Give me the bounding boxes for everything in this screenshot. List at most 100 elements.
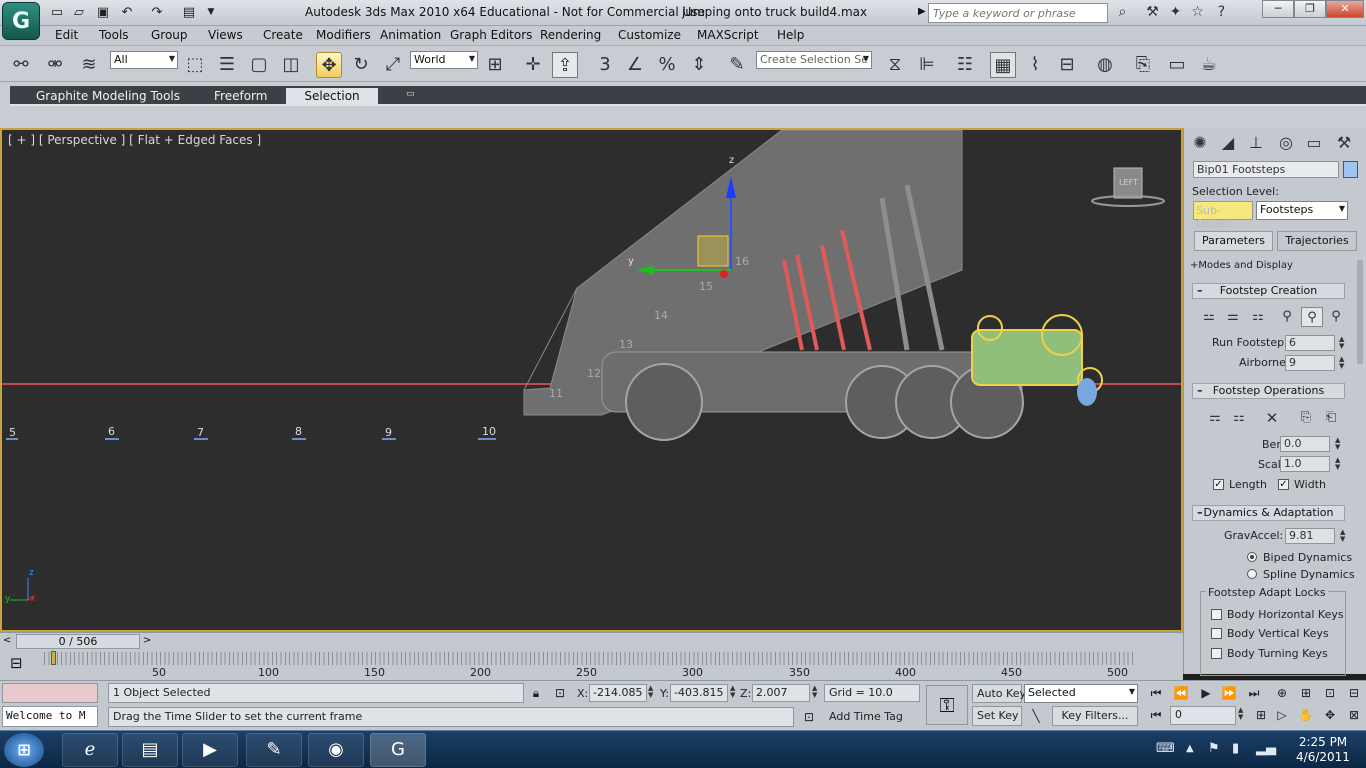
internet-explorer-icon[interactable]: ℯ <box>62 733 118 767</box>
spinner-arrows-icon[interactable]: ▲ ▼ <box>812 685 820 699</box>
pivot-center-icon[interactable]: ⊞ <box>482 52 508 78</box>
angle-snap-icon[interactable]: ∠ <box>622 52 648 78</box>
create-footsteps-current-icon[interactable]: ⚌ <box>1222 307 1244 327</box>
walk-icon[interactable]: ⚲ <box>1276 307 1298 327</box>
favorites-icon[interactable]: ☆ <box>1188 3 1207 22</box>
lock-selection-icon[interactable]: 🔒︎ <box>526 684 546 702</box>
help-icon[interactable]: ? <box>1212 3 1231 22</box>
time-slider-thumb[interactable]: 0 / 506 <box>16 634 140 649</box>
menu-views[interactable]: Views <box>208 28 243 42</box>
sub-object-button[interactable]: Sub-Object <box>1193 201 1253 230</box>
auto-key-button[interactable]: Auto Key <box>972 684 1026 703</box>
activate-footsteps-icon[interactable]: ⚎ <box>1204 408 1226 428</box>
modes-display-label[interactable]: Modes and Display <box>1198 260 1293 271</box>
create-panel-icon[interactable]: ✺ <box>1188 132 1212 154</box>
select-and-scale-icon[interactable]: ⤢ <box>380 52 406 78</box>
align-icon[interactable]: ⊫ <box>914 52 940 78</box>
run-footstep-spinner[interactable]: 6 <box>1285 335 1335 351</box>
field-of-view-icon[interactable]: ▷ <box>1272 706 1292 724</box>
y-coordinate-field[interactable]: -403.815 <box>670 684 728 702</box>
z-coordinate-field[interactable]: 2.007 <box>752 684 810 702</box>
menu-graph-editors[interactable]: Graph Editors <box>450 28 532 42</box>
communication-center-icon[interactable]: ✦ <box>1166 3 1185 22</box>
paste-footsteps-icon[interactable]: ⎗ <box>1320 408 1342 428</box>
biped-dynamics-radio[interactable] <box>1247 552 1257 562</box>
perspective-viewport[interactable]: [ + ] [ Perspective ] [ Flat + Edged Fac… <box>0 128 1183 632</box>
media-player-icon[interactable]: ▶ <box>182 733 238 767</box>
curve-editor-icon[interactable]: ⌇ <box>1022 52 1048 78</box>
scale-spinner[interactable]: 1.0 <box>1280 456 1330 472</box>
zoom-extents-all-icon[interactable]: ⊟ <box>1344 684 1364 702</box>
new-file-icon[interactable]: ▭ <box>48 4 66 21</box>
search-expand-icon[interactable]: ▶ <box>918 6 926 17</box>
named-selection-dropdown[interactable]: Create Selection Se <box>756 51 872 69</box>
menu-modifiers[interactable]: Modifiers <box>316 28 371 42</box>
bend-spinner[interactable]: 0.0 <box>1280 436 1330 452</box>
menu-tools[interactable]: Tools <box>99 28 129 42</box>
graphite-toggle-icon[interactable]: ▦ <box>990 52 1016 78</box>
start-button[interactable]: ⊞ <box>4 733 44 767</box>
go-to-end-icon[interactable]: ⏭ <box>1244 684 1264 702</box>
paint-icon[interactable]: ✎ <box>246 733 302 767</box>
object-name-field[interactable]: Bip01 Footsteps <box>1193 161 1339 178</box>
project-folder-icon[interactable]: ▤ <box>180 4 198 21</box>
unlink-selection-icon[interactable]: ⚮ <box>42 52 68 78</box>
tab-selection[interactable]: Selection <box>286 88 378 106</box>
save-icon[interactable]: ▣ <box>94 4 112 21</box>
rectangular-selection-icon[interactable]: ▢ <box>246 52 272 78</box>
orbit-icon[interactable]: ✥ <box>1320 706 1340 724</box>
file-explorer-icon[interactable]: ▤ <box>122 733 178 767</box>
render-production-icon[interactable]: ☕ <box>1196 52 1222 78</box>
length-checkbox[interactable]: ✓ <box>1213 479 1224 490</box>
keyboard-tray-icon[interactable]: ⌨ <box>1156 741 1175 756</box>
body-horizontal-keys-checkbox[interactable] <box>1211 609 1222 620</box>
undo-icon[interactable]: ↶ <box>118 4 136 21</box>
tab-graphite-modeling-tools[interactable]: Graphite Modeling Tools <box>28 88 188 106</box>
menu-animation[interactable]: Animation <box>380 28 441 42</box>
binoculars-icon[interactable]: ⌕ <box>1113 3 1132 22</box>
next-frame-icon[interactable]: ⏩ <box>1219 684 1239 702</box>
zoom-icon[interactable]: ⊕ <box>1272 684 1292 702</box>
go-to-start-icon[interactable]: ⏮ <box>1146 684 1166 702</box>
deactivate-footsteps-icon[interactable]: ⚏ <box>1228 408 1250 428</box>
footstep-creation-rollout[interactable]: – Footstep Creation <box>1192 283 1345 299</box>
edit-named-selection-icon[interactable]: ✎ <box>724 52 750 78</box>
minimize-button[interactable]: ─ <box>1262 0 1294 18</box>
menu-create[interactable]: Create <box>263 28 303 42</box>
select-by-name-icon[interactable]: ☰ <box>214 52 240 78</box>
motion-panel-icon[interactable]: ◎ <box>1274 132 1298 154</box>
time-slider-bar[interactable]: < 0 / 506 > <box>0 632 1183 650</box>
create-multiple-footsteps-icon[interactable]: ⚏ <box>1247 307 1269 327</box>
application-menu-button[interactable]: G <box>2 2 40 40</box>
mirror-icon[interactable]: ⧖ <box>882 52 908 78</box>
action-center-icon[interactable]: ⚑ <box>1208 741 1220 756</box>
mini-curve-editor-icon[interactable]: ⊟ <box>10 654 23 672</box>
hierarchy-panel-icon[interactable]: ⊥ <box>1244 132 1268 154</box>
set-key-button[interactable]: Set Key <box>972 706 1022 726</box>
delete-footsteps-icon[interactable]: ✕ <box>1261 408 1283 428</box>
copy-footsteps-icon[interactable]: ⎘ <box>1295 408 1317 428</box>
close-button[interactable]: ✕ <box>1326 0 1364 18</box>
key-mode-toggle-icon[interactable]: ⏮ <box>1146 706 1166 724</box>
tab-parameters[interactable]: Parameters <box>1194 231 1273 251</box>
ribbon-options-icon[interactable]: ▭ <box>398 88 423 106</box>
render-setup-icon[interactable]: ⎘ <box>1130 52 1156 78</box>
material-editor-icon[interactable]: ◍ <box>1092 52 1118 78</box>
keyboard-shortcut-override-icon[interactable]: ⇪ <box>552 52 578 78</box>
body-turning-keys-checkbox[interactable] <box>1211 648 1222 659</box>
maximize-viewport-icon[interactable]: ⊠ <box>1344 706 1364 724</box>
spinner-arrows-icon[interactable]: ▲ ▼ <box>1238 707 1246 721</box>
add-time-tag[interactable]: Add Time Tag <box>824 707 920 727</box>
menu-group[interactable]: Group <box>151 28 188 42</box>
select-and-link-icon[interactable]: ⚯ <box>8 52 34 78</box>
menu-edit[interactable]: Edit <box>55 28 78 42</box>
selection-level-dropdown[interactable]: Footsteps <box>1256 201 1348 220</box>
key-filters-button[interactable]: Key Filters... <box>1052 706 1138 726</box>
spline-dynamics-radio[interactable] <box>1247 569 1257 579</box>
absolute-mode-icon[interactable]: ⊡ <box>550 684 570 702</box>
panel-scrollbar[interactable] <box>1357 260 1363 364</box>
spinner-arrows-icon[interactable]: ▲ ▼ <box>730 685 738 699</box>
play-icon[interactable]: ▶ <box>1196 684 1216 702</box>
create-footsteps-append-icon[interactable]: ⚍ <box>1198 307 1220 327</box>
tab-freeform[interactable]: Freeform <box>206 88 275 106</box>
